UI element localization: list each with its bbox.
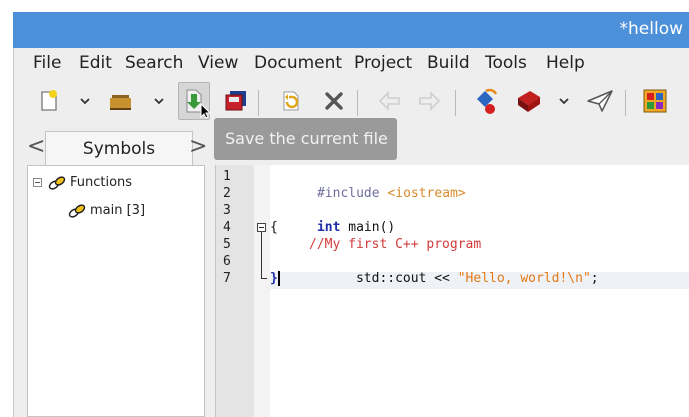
execute-button[interactable] bbox=[584, 82, 616, 120]
text-cursor bbox=[278, 271, 280, 286]
compile-icon bbox=[477, 88, 498, 114]
line-number: 1 bbox=[223, 169, 231, 184]
code-line-6: std::cout << "Hello, world!\n"; bbox=[309, 253, 599, 286]
menu-project[interactable]: Project bbox=[354, 53, 412, 73]
build-dropdown-button[interactable] bbox=[556, 82, 572, 120]
line-number: 7 bbox=[223, 271, 231, 286]
chevron-down-icon bbox=[559, 98, 569, 105]
tab-symbols[interactable]: Symbols bbox=[45, 131, 193, 165]
menu-file[interactable]: File bbox=[33, 53, 61, 73]
toolbar-separator bbox=[357, 90, 358, 116]
line-number: 3 bbox=[223, 203, 231, 218]
toolbar-separator bbox=[258, 90, 259, 116]
function-icon bbox=[68, 203, 86, 218]
menu-tools[interactable]: Tools bbox=[485, 53, 527, 73]
toolbar bbox=[13, 82, 689, 122]
line-number: 2 bbox=[223, 186, 231, 201]
window-title: *hellow bbox=[619, 19, 683, 39]
execute-icon bbox=[587, 90, 613, 112]
sidebar-tabstrip: < Symbols > bbox=[27, 131, 213, 165]
mouse-pointer-icon bbox=[200, 103, 212, 119]
build-button[interactable] bbox=[513, 82, 545, 120]
identifier-token: main() bbox=[340, 220, 396, 235]
code-line-7: } bbox=[270, 271, 278, 286]
save-button[interactable] bbox=[178, 82, 212, 120]
forward-icon bbox=[419, 91, 441, 111]
line-number: 4 bbox=[223, 220, 231, 235]
tab-scroll-left-button[interactable]: < bbox=[27, 134, 45, 159]
new-file-icon bbox=[41, 90, 57, 111]
title-bar: *hellow bbox=[13, 12, 689, 48]
new-dropdown-button[interactable] bbox=[77, 82, 93, 120]
open-file-button[interactable] bbox=[105, 82, 137, 120]
code-line-5: //My first C++ program bbox=[309, 237, 482, 252]
toolbar-separator bbox=[455, 90, 456, 116]
preprocessor-token: #include bbox=[316, 186, 380, 201]
open-file-icon bbox=[110, 95, 131, 110]
line-number: 5 bbox=[223, 237, 231, 252]
build-icon bbox=[518, 91, 540, 112]
menu-build[interactable]: Build bbox=[427, 53, 470, 73]
code-text-area[interactable]: #include <iostream> int main() { //My fi… bbox=[270, 165, 689, 417]
string-token: "Hello, world!\n" bbox=[457, 271, 591, 286]
back-icon bbox=[378, 91, 400, 111]
menu-view[interactable]: View bbox=[198, 53, 238, 73]
navigate-forward-button[interactable] bbox=[413, 82, 445, 120]
line-number-gutter: 1 2 3 4 5 6 7 bbox=[216, 165, 254, 417]
color-chooser-icon bbox=[643, 89, 667, 113]
compile-button[interactable] bbox=[471, 82, 503, 120]
menu-edit[interactable]: Edit bbox=[79, 53, 112, 73]
fold-toggle[interactable] bbox=[257, 223, 266, 232]
header-token: <iostream> bbox=[387, 186, 466, 201]
code-line-3: int main() bbox=[270, 202, 395, 235]
new-file-button[interactable] bbox=[33, 82, 65, 120]
save-all-button[interactable] bbox=[220, 82, 252, 120]
color-chooser-button[interactable] bbox=[639, 82, 671, 120]
code-line-1: #include <iostream> bbox=[270, 168, 466, 201]
fold-guide-end bbox=[261, 278, 267, 279]
code-editor[interactable]: 1 2 3 4 5 6 7 #include <iostream> int ma… bbox=[215, 165, 689, 417]
symbols-tree: Functions main [3] bbox=[27, 165, 205, 417]
code-line-4: { bbox=[270, 220, 278, 235]
function-icon bbox=[48, 175, 66, 190]
menu-document[interactable]: Document bbox=[254, 53, 342, 73]
tree-item-label: main [3] bbox=[90, 203, 146, 218]
terminator-token: ; bbox=[590, 271, 599, 286]
collapse-toggle[interactable] bbox=[33, 178, 42, 187]
revert-button[interactable] bbox=[275, 82, 307, 120]
open-dropdown-button[interactable] bbox=[151, 82, 167, 120]
fold-guide bbox=[261, 232, 262, 279]
menu-search[interactable]: Search bbox=[125, 53, 183, 73]
toolbar-separator bbox=[625, 90, 626, 116]
tree-item-functions[interactable]: Functions bbox=[33, 175, 132, 190]
close-icon bbox=[325, 92, 343, 110]
tree-item-main[interactable]: main [3] bbox=[68, 203, 145, 218]
line-number: 6 bbox=[223, 254, 231, 269]
save-tooltip: Save the current file bbox=[214, 118, 397, 160]
save-all-icon bbox=[225, 91, 246, 111]
chevron-down-icon bbox=[80, 98, 90, 105]
menu-bar: File Edit Search View Document Project B… bbox=[13, 48, 689, 80]
tree-item-label: Functions bbox=[70, 175, 133, 190]
keyword-token: int bbox=[316, 220, 341, 235]
fold-margin bbox=[254, 165, 270, 417]
chevron-down-icon bbox=[154, 98, 164, 105]
tab-scroll-right-button[interactable]: > bbox=[189, 134, 207, 159]
menu-help[interactable]: Help bbox=[546, 53, 585, 73]
statement-token: std::cout << bbox=[355, 271, 458, 286]
navigate-back-button[interactable] bbox=[374, 82, 406, 120]
close-file-button[interactable] bbox=[318, 82, 350, 120]
revert-icon bbox=[283, 91, 299, 111]
